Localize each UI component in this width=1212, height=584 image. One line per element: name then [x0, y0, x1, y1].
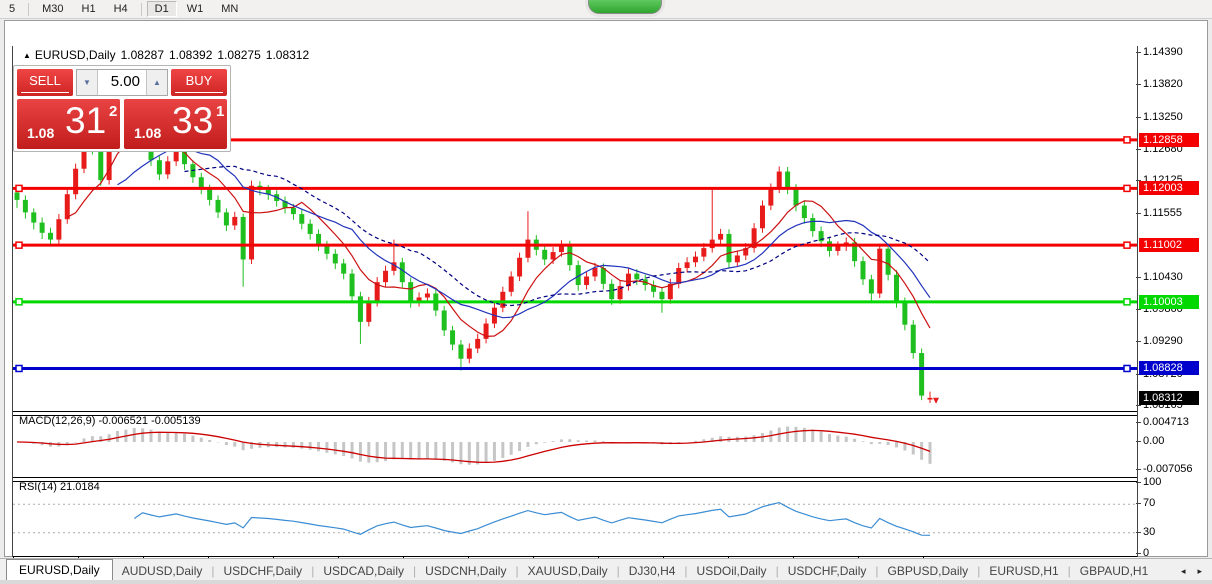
tab-scroll-arrows: ◂ ▸	[1181, 566, 1202, 581]
chart-window: ▲ EURUSD,Daily 1.08287 1.08392 1.08275 1.0831…	[4, 20, 1209, 577]
current-price-badge: 1.08312	[1139, 390, 1199, 405]
tab-scroll-right-icon[interactable]: ▸	[1197, 566, 1202, 577]
timeframe-button-m30[interactable]: M30	[34, 1, 71, 17]
sell-price-sup: 2	[109, 103, 118, 120]
buy-price-box[interactable]: 1.08 33 1	[124, 99, 227, 149]
sell-price-box[interactable]: 1.08 31 2	[17, 99, 120, 149]
buy-price-big: 33	[172, 100, 214, 141]
toolbar-separator	[140, 2, 142, 16]
chart-tab-bar: EURUSD,Daily AUDUSD,Daily | USDCHF,Daily | US…	[0, 558, 1212, 581]
chart-symbol: EURUSD,Daily	[34, 48, 116, 62]
price-level-badge: 1.10003	[1139, 294, 1199, 309]
macd-tick: 0.00	[1136, 435, 1164, 448]
chart-tab-dj30-h4[interactable]: DJ30,H4	[620, 561, 685, 581]
buy-price-small: 1.08	[134, 125, 162, 141]
price-tick: 1.14390	[1136, 46, 1183, 59]
chart-tab-eurusd-daily[interactable]: EURUSD,Daily	[6, 559, 113, 581]
chart-tab-audusd-daily[interactable]: AUDUSD,Daily	[113, 561, 212, 581]
rsi-indicator-chart[interactable]	[13, 480, 1137, 557]
timeframe-button-h1[interactable]: H1	[74, 1, 104, 17]
price-level-badge: 1.08828	[1139, 361, 1199, 376]
timeframe-button-w1[interactable]: W1	[179, 1, 212, 17]
chart-title: ▲ EURUSD,Daily 1.08287 1.08392 1.08275 1.0831…	[23, 48, 314, 62]
timeframe-button-mn[interactable]: MN	[213, 1, 246, 17]
buy-price-sup: 1	[216, 103, 225, 120]
price-level-badge: 1.12858	[1139, 132, 1199, 147]
ohlc-open: 1.08287	[120, 48, 164, 62]
timeframe-button-d1[interactable]: D1	[146, 1, 177, 17]
timeframe-button-h4[interactable]: H4	[106, 1, 136, 17]
toolbar-separator	[28, 2, 30, 16]
chart-tab-usdchf-daily[interactable]: USDCHF,Daily	[215, 561, 312, 581]
rsi-tick: 70	[1136, 497, 1155, 510]
chart-tab-xauusd-daily[interactable]: XAUUSD,Daily	[519, 561, 617, 581]
chart-tab-gbpaud-h1[interactable]: GBPAUD,H1	[1071, 561, 1157, 581]
price-level-badge: 1.12003	[1139, 181, 1199, 196]
ohlc-high: 1.08392	[169, 48, 213, 62]
price-tick: 1.13820	[1136, 78, 1183, 91]
ohlc-close: 1.08312	[265, 48, 310, 62]
chart-tab-usdchf-daily[interactable]: USDCHF,Daily	[779, 561, 876, 581]
sell-price-small: 1.08	[27, 125, 55, 141]
chart-tab-usdoil-daily[interactable]: USDOil,Daily	[688, 561, 776, 581]
sell-price-big: 31	[65, 100, 107, 141]
price-axis-line	[1137, 46, 1138, 557]
price-tick: 1.09290	[1136, 335, 1183, 348]
chart-tab-eurusd-h1[interactable]: EURUSD,H1	[980, 561, 1067, 581]
ohlc-low: 1.08275	[217, 48, 261, 62]
green-status-button[interactable]	[588, 0, 662, 14]
price-level-badge: 1.11002	[1139, 238, 1199, 253]
rsi-label: RSI(14) 21.0184	[19, 481, 100, 493]
volume-spinner: ▼ 5.00 ▲	[76, 69, 168, 96]
status-strip	[0, 580, 1212, 584]
chart-tab-gbpusd-daily[interactable]: GBPUSD,Daily	[879, 561, 978, 581]
macd-tick: 0.004713	[1136, 416, 1189, 429]
buy-button[interactable]: BUY	[171, 69, 227, 96]
rsi-tick: 100	[1136, 476, 1161, 489]
volume-decrease-button[interactable]: ▼	[77, 70, 98, 95]
sell-button[interactable]: SELL	[17, 69, 73, 96]
rsi-tick: 30	[1136, 526, 1155, 539]
price-tick: 1.11555	[1136, 207, 1182, 220]
volume-increase-button[interactable]: ▲	[146, 70, 167, 95]
tab-scroll-left-icon[interactable]: ◂	[1181, 566, 1186, 577]
macd-label: MACD(12,26,9) -0.006521 -0.005139	[19, 415, 201, 427]
price-tick: 1.13250	[1136, 111, 1183, 124]
triangle-icon: ▲	[23, 51, 31, 60]
timeframe-button-5[interactable]: 5	[1, 1, 23, 17]
price-tick: 1.10430	[1136, 271, 1183, 284]
chart-tab-usdcad-daily[interactable]: USDCAD,Daily	[314, 561, 413, 581]
macd-tick: -0.007056	[1136, 463, 1193, 476]
chart-tab-usdcnh-daily[interactable]: USDCNH,Daily	[416, 561, 515, 581]
one-click-trade-panel: SELL ▼ 5.00 ▲ BUY 1.08 31 2 1.08 33 1	[13, 65, 231, 152]
volume-value[interactable]: 5.00	[98, 70, 146, 95]
